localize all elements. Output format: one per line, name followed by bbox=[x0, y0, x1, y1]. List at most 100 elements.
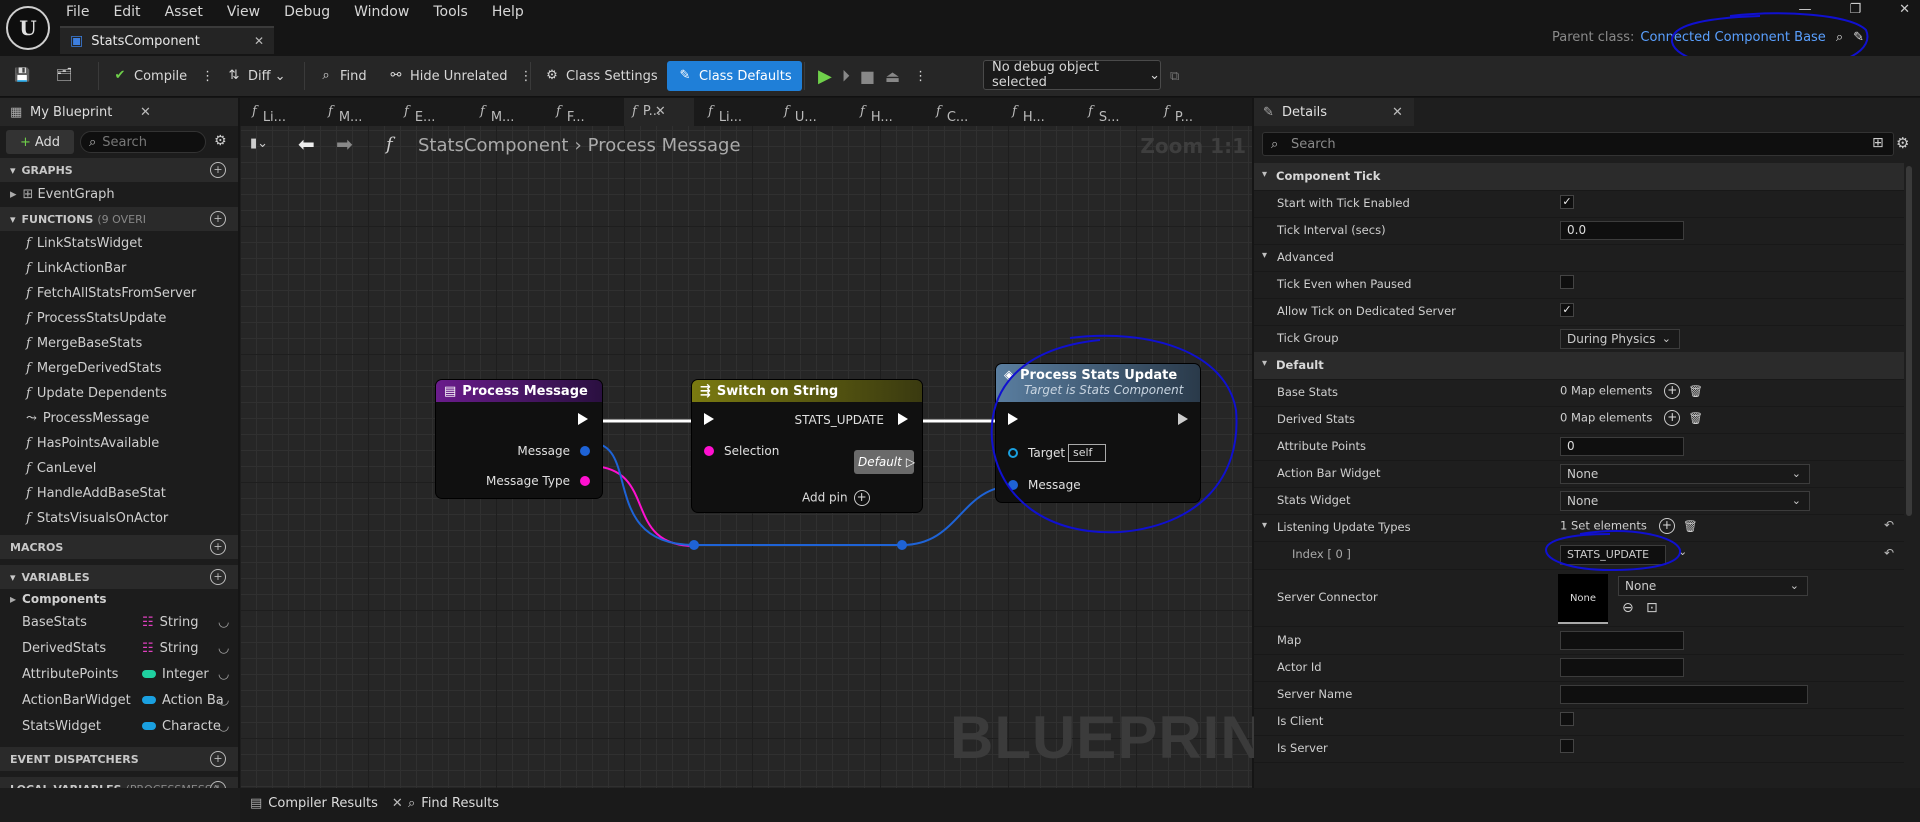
function-item-selected[interactable]: ⤳ ProcessMessage bbox=[0, 406, 238, 431]
close-window-icon[interactable]: ✕ bbox=[1899, 2, 1910, 17]
server-connector-thumbnail[interactable]: None bbox=[1558, 574, 1608, 624]
compiler-results-tab[interactable]: ▤ Compiler Results ✕ bbox=[250, 796, 403, 811]
menu-tools[interactable]: Tools bbox=[433, 4, 468, 20]
reset-icon[interactable]: ↶ bbox=[1884, 546, 1894, 560]
function-item[interactable]: f StatsVisualsOnActor bbox=[0, 506, 238, 531]
find-button[interactable]: ⌕ Find bbox=[318, 60, 366, 92]
stats-widget-dropdown[interactable]: None ⌄ bbox=[1560, 491, 1810, 511]
eye-closed-icon[interactable]: ◡ bbox=[218, 641, 229, 656]
menu-edit[interactable]: Edit bbox=[113, 4, 140, 20]
default-pin[interactable]: Default ▷ bbox=[854, 450, 915, 474]
add-button[interactable]: + Add bbox=[6, 130, 74, 154]
action-bar-dropdown[interactable]: None ⌄ bbox=[1560, 464, 1810, 484]
section-functions[interactable]: ▾ FUNCTIONS (9 OVERI + bbox=[0, 207, 238, 231]
add-graph-icon[interactable]: + bbox=[210, 162, 226, 178]
server-name-input[interactable] bbox=[1560, 685, 1808, 704]
menu-help[interactable]: Help bbox=[492, 4, 524, 20]
close-icon[interactable]: ✕ bbox=[254, 34, 264, 48]
function-item[interactable]: f HasPointsAvailable bbox=[0, 431, 238, 456]
function-item[interactable]: f CanLevel bbox=[0, 456, 238, 481]
close-icon[interactable]: ✕ bbox=[140, 105, 151, 120]
tick-group-dropdown[interactable]: During Physics ⌄ bbox=[1560, 329, 1680, 349]
graph-item-eventgraph[interactable]: ▸ ⊞ EventGraph bbox=[0, 182, 238, 207]
function-item[interactable]: f MergeDerivedStats bbox=[0, 356, 238, 381]
menu-window[interactable]: Window bbox=[354, 4, 409, 20]
add-element-icon[interactable]: + bbox=[1664, 383, 1681, 399]
details-search-input[interactable]: ⌕ Search bbox=[1262, 132, 1894, 156]
gear-icon[interactable]: ⚙ bbox=[1896, 134, 1909, 152]
is-server-checkbox[interactable] bbox=[1560, 739, 1574, 753]
function-item[interactable]: f Update Dependents bbox=[0, 381, 238, 406]
compile-button[interactable]: ✔ Compile ⋮ bbox=[112, 60, 215, 92]
attribute-points-input[interactable]: 0 bbox=[1560, 437, 1684, 456]
function-item[interactable]: f LinkStatsWidget bbox=[0, 231, 238, 256]
eye-closed-icon[interactable]: ◡ bbox=[218, 693, 229, 708]
menu-asset[interactable]: Asset bbox=[165, 4, 203, 20]
server-connector-dropdown[interactable]: None ⌄ bbox=[1618, 576, 1808, 596]
function-item[interactable]: f FetchAllStatsFromServer bbox=[0, 281, 238, 306]
eye-closed-icon[interactable]: ◡ bbox=[218, 615, 229, 630]
section-graphs[interactable]: ▾ GRAPHS + bbox=[0, 158, 238, 182]
variable-category[interactable]: ▸ Components bbox=[0, 589, 238, 609]
case-exec-pin[interactable] bbox=[898, 413, 908, 425]
save-button[interactable]: 💾 bbox=[14, 60, 36, 92]
function-item[interactable]: f HandleAddBaseStat bbox=[0, 481, 238, 506]
section-macros[interactable]: MACROS + bbox=[0, 535, 238, 559]
node-switch-on-string[interactable]: ⇶ Switch on String STATS_UPDATE Selection… bbox=[692, 380, 922, 512]
unreal-logo-icon[interactable]: U bbox=[6, 6, 50, 50]
play-options-icon[interactable]: ⋮ bbox=[914, 69, 927, 84]
start-tick-checkbox[interactable]: ✓ bbox=[1560, 195, 1574, 209]
close-icon[interactable]: ✕ bbox=[1392, 105, 1403, 120]
node-process-message[interactable]: ▤ Process Message Message Message Type bbox=[436, 380, 602, 498]
variable-item[interactable]: BaseStats ☷ String ◡ bbox=[0, 609, 238, 635]
category-default[interactable]: ▾ Default bbox=[1254, 352, 1904, 380]
tick-paused-checkbox[interactable] bbox=[1560, 275, 1574, 289]
gear-icon[interactable]: ⚙ bbox=[214, 133, 227, 149]
message-pin[interactable] bbox=[580, 446, 590, 456]
add-dispatcher-icon[interactable]: + bbox=[210, 751, 226, 767]
category-advanced[interactable]: ▾ Advanced bbox=[1254, 244, 1904, 272]
eject-icon[interactable]: ⏏ bbox=[885, 67, 900, 86]
details-tab[interactable]: ✎ Details ✕ bbox=[1254, 98, 1414, 126]
browse-button[interactable]: 🗂 bbox=[56, 60, 78, 92]
menu-file[interactable]: File bbox=[66, 4, 89, 20]
add-variable-icon[interactable]: + bbox=[210, 569, 226, 585]
compile-options-icon[interactable]: ⋮ bbox=[201, 69, 214, 84]
document-tab[interactable]: ▣ StatsComponent ✕ bbox=[60, 26, 274, 54]
exec-in-pin[interactable] bbox=[704, 413, 714, 425]
function-item[interactable]: f MergeBaseStats bbox=[0, 331, 238, 356]
debug-filter-icon[interactable]: ⧉ bbox=[1170, 60, 1179, 92]
menu-debug[interactable]: Debug bbox=[284, 4, 330, 20]
add-macro-icon[interactable]: + bbox=[210, 539, 226, 555]
section-event-dispatchers[interactable]: EVENT DISPATCHERS + bbox=[0, 747, 238, 771]
use-selected-icon[interactable]: ⊖ bbox=[1622, 600, 1634, 616]
stop-icon[interactable]: ■ bbox=[860, 67, 875, 86]
menu-view[interactable]: View bbox=[227, 4, 260, 20]
class-settings-button[interactable]: ⚙ Class Settings bbox=[544, 60, 657, 92]
variable-item[interactable]: DerivedStats ☷ String ◡ bbox=[0, 635, 238, 661]
table-view-icon[interactable]: ⊞ bbox=[1872, 135, 1884, 151]
close-icon[interactable]: ✕ bbox=[392, 796, 403, 811]
blueprint-search-input[interactable]: ⌕ Search bbox=[80, 131, 206, 153]
hide-unrelated-button[interactable]: ⚯ Hide Unrelated ⋮ bbox=[388, 60, 533, 92]
message-type-pin[interactable] bbox=[580, 476, 590, 486]
variable-item[interactable]: AttributePoints Integer ◡ bbox=[0, 661, 238, 687]
map-input[interactable] bbox=[1560, 631, 1684, 650]
variable-item[interactable]: ActionBarWidget Action Ba ◡ bbox=[0, 687, 238, 713]
add-function-icon[interactable]: + bbox=[210, 211, 226, 227]
details-scrollbar[interactable] bbox=[1906, 166, 1912, 516]
function-item[interactable]: f ProcessStatsUpdate bbox=[0, 306, 238, 331]
play-icon[interactable]: ▶ bbox=[818, 66, 832, 87]
exec-out-pin[interactable] bbox=[578, 413, 588, 425]
diff-button[interactable]: ⇅ Diff ⌄ bbox=[226, 60, 286, 92]
add-pin-button[interactable]: Add pin + bbox=[802, 490, 870, 506]
actor-id-input[interactable] bbox=[1560, 658, 1684, 677]
browse-icon[interactable]: ⊡ bbox=[1646, 600, 1658, 616]
add-element-icon[interactable]: + bbox=[1664, 410, 1681, 426]
function-item[interactable]: f LinkActionBar bbox=[0, 256, 238, 281]
tick-interval-input[interactable]: 0.0 bbox=[1560, 221, 1684, 240]
eye-closed-icon[interactable]: ◡ bbox=[218, 719, 229, 734]
category-component-tick[interactable]: ▾ Component Tick bbox=[1254, 163, 1904, 191]
selection-pin[interactable] bbox=[704, 446, 714, 456]
debug-object-dropdown[interactable]: No debug object selected ⌄ bbox=[983, 60, 1161, 90]
